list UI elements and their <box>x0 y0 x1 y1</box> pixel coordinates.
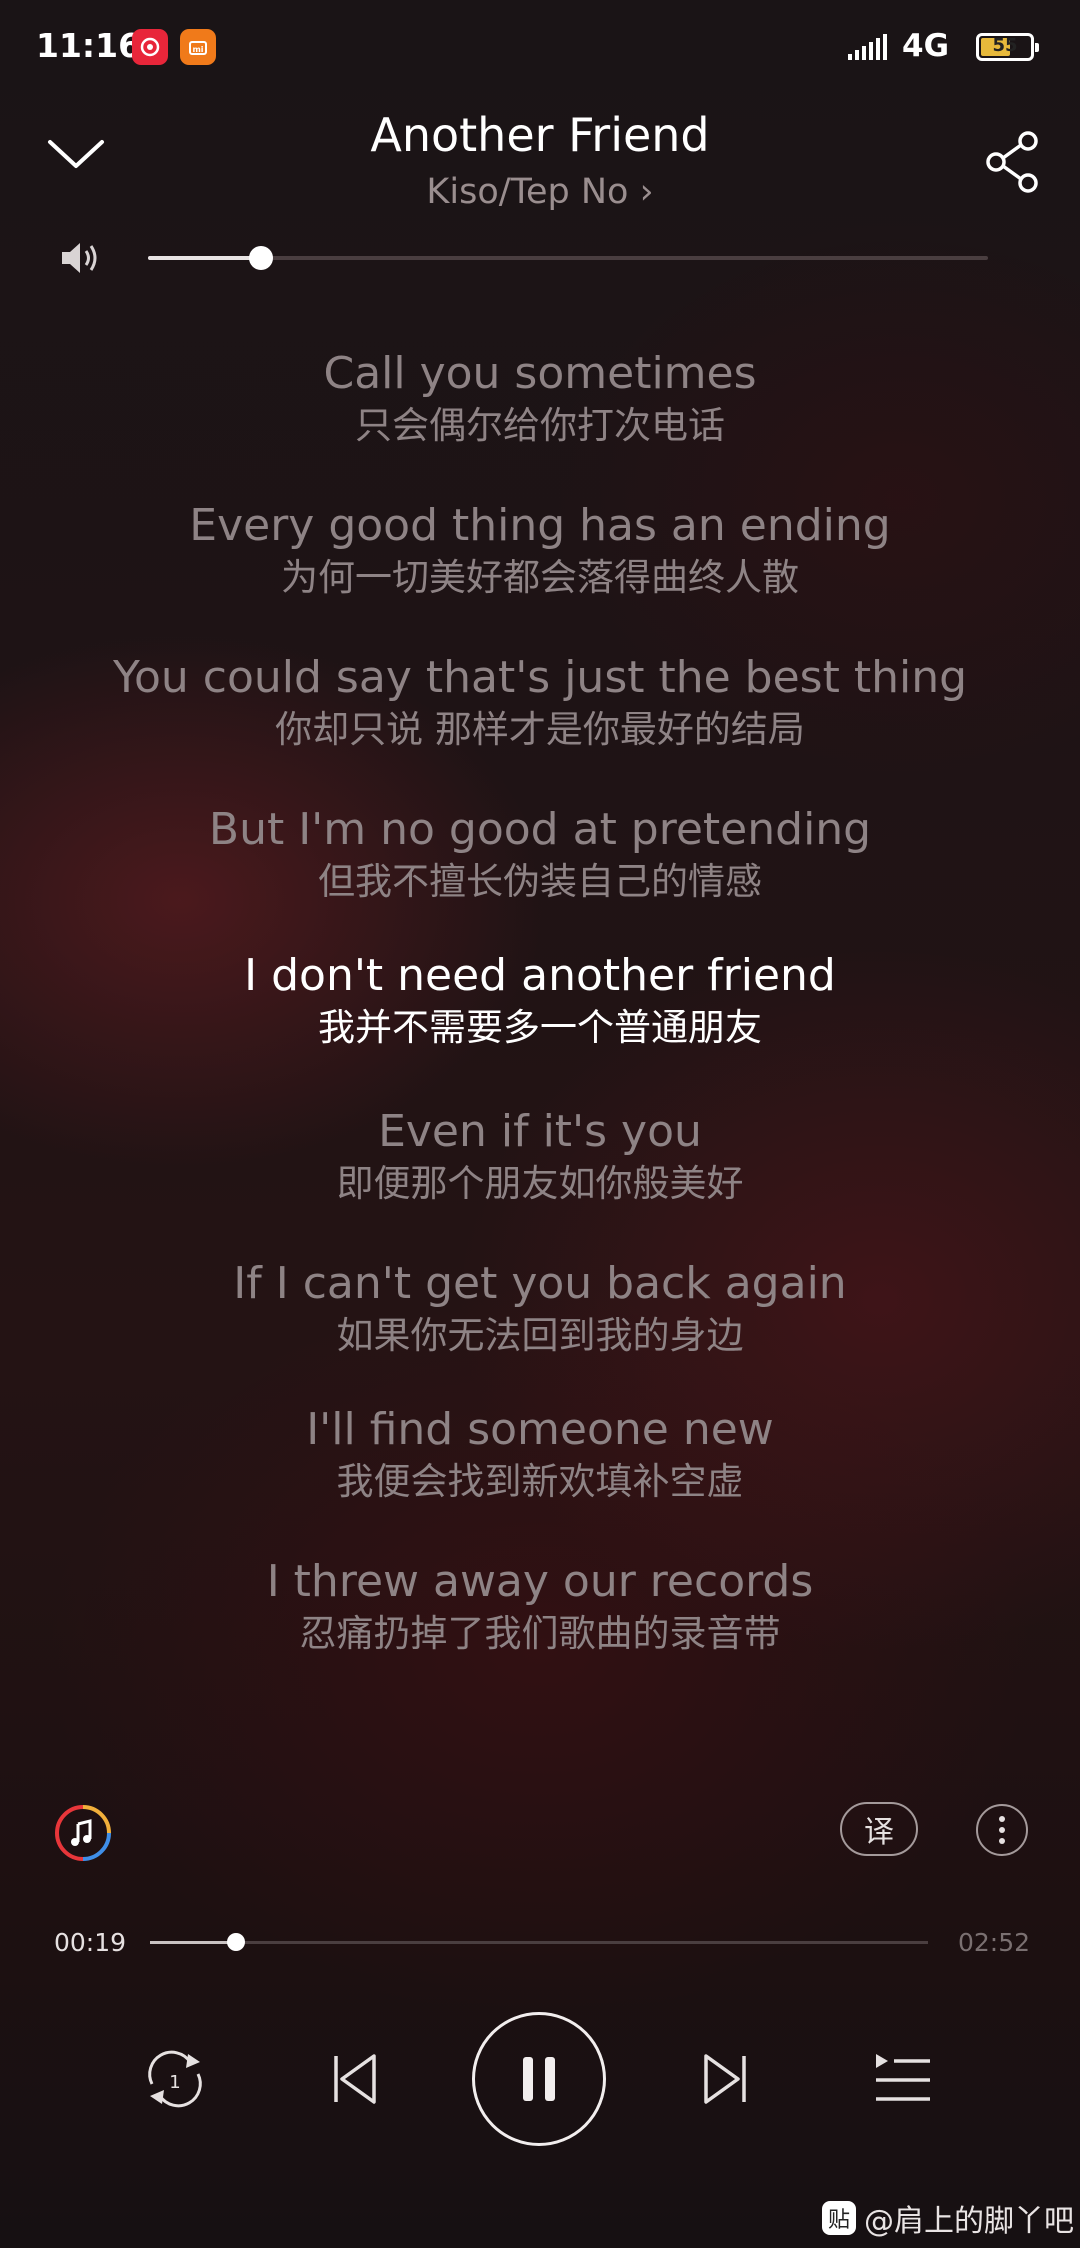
status-time: 11:16 <box>36 26 142 65</box>
mi-store-icon: mi <box>180 29 216 65</box>
lyric-translation: 只会偶尔给你打次电话 <box>355 404 725 447</box>
lyric-original: I don't need another friend <box>244 950 836 1001</box>
playlist-icon <box>876 2054 930 2101</box>
signal-icon <box>848 32 890 66</box>
lyric-line-current[interactable]: I don't need another friend 我并不需要多一个普通朋友 <box>0 948 1080 1052</box>
watermark: 贴 @肩上的脚丫吧 <box>822 2196 1074 2240</box>
lyric-line[interactable]: Every good thing has an ending 为何一切美好都会落… <box>0 498 1080 602</box>
translate-label: 译 <box>864 1815 894 1850</box>
lyric-line[interactable]: Even if it's you 即便那个朋友如你般美好 <box>0 1104 1080 1208</box>
svg-text:mi: mi <box>192 45 203 54</box>
song-title: Another Friend <box>370 108 710 162</box>
previous-button[interactable] <box>330 2052 380 2110</box>
volume-slider-fill <box>148 256 262 260</box>
lyric-translation: 我并不需要多一个普通朋友 <box>318 1006 762 1049</box>
lyric-original: Call you sometimes <box>323 348 757 399</box>
lyric-original: If I can't get you back again <box>233 1258 847 1309</box>
total-time: 02:52 <box>958 1928 1031 1957</box>
lyric-translation: 即便那个朋友如你般美好 <box>336 1162 744 1205</box>
lyric-line[interactable]: I threw away our records 忍痛扔掉了我们歌曲的录音带 <box>0 1554 1080 1658</box>
network-type: 4G <box>902 28 950 64</box>
lyric-translation: 为何一切美好都会落得曲终人散 <box>281 556 799 599</box>
lyric-translation: 我便会找到新欢填补空虚 <box>336 1460 744 1503</box>
lyric-original: I'll find someone new <box>306 1404 774 1455</box>
lyric-translation: 你却只说 那样才是你最好的结局 <box>275 708 805 751</box>
repeat-mode-button[interactable]: 1 <box>142 2048 208 2114</box>
artist-name: Kiso/Tep No <box>426 172 629 212</box>
lyric-line[interactable]: But I'm no good at pretending 但我不擅长伪装自己的… <box>0 802 1080 906</box>
lyric-line[interactable]: I'll find someone new 我便会找到新欢填补空虚 <box>0 1402 1080 1506</box>
lyric-line[interactable]: If I can't get you back again 如果你无法回到我的身… <box>0 1256 1080 1360</box>
share-icon <box>986 131 1038 193</box>
lyric-translation: 如果你无法回到我的身边 <box>336 1314 744 1357</box>
svg-text:1: 1 <box>169 2072 180 2093</box>
lyric-original: Every good thing has an ending <box>189 500 891 551</box>
skip-previous-icon <box>334 2054 376 2104</box>
volume-slider[interactable] <box>148 256 988 260</box>
repeat-one-icon: 1 <box>148 2050 202 2108</box>
lyric-original: I threw away our records <box>266 1556 814 1607</box>
progress-handle[interactable] <box>226 1933 245 1951</box>
skip-next-icon <box>704 2054 746 2104</box>
battery-icon: 55 <box>976 33 1039 61</box>
lyric-original: Even if it's you <box>378 1106 702 1157</box>
more-vertical-icon <box>999 1816 1005 1844</box>
battery-level: 55 <box>992 35 1018 56</box>
playlist-button[interactable] <box>874 2052 932 2110</box>
progress-bar-fill <box>150 1941 236 1944</box>
lyric-line[interactable]: You could say that's just the best thing… <box>0 650 1080 754</box>
lyric-original: But I'm no good at pretending <box>208 804 872 855</box>
status-bar: 11:16 mi 4G 55 <box>0 0 1080 90</box>
progress-bar[interactable] <box>150 1941 928 1944</box>
share-button[interactable] <box>984 130 1044 198</box>
pause-icon <box>523 2057 555 2101</box>
lyric-line[interactable]: Call you sometimes 只会偶尔给你打次电话 <box>0 346 1080 450</box>
watermark-text: @肩上的脚丫吧 <box>864 2204 1074 2239</box>
lyric-original: You could say that's just the best thing <box>112 652 968 703</box>
lyric-translation: 忍痛扔掉了我们歌曲的录音带 <box>299 1612 781 1655</box>
translate-button[interactable]: 译 <box>840 1802 918 1856</box>
chevron-right-icon: › <box>639 172 654 212</box>
lyrics-list[interactable]: Call you sometimes 只会偶尔给你打次电话 Every good… <box>0 346 1080 1658</box>
elapsed-time: 00:19 <box>54 1928 127 1957</box>
next-button[interactable] <box>700 2052 750 2110</box>
netease-music-icon <box>132 29 168 65</box>
pause-button[interactable] <box>472 2012 606 2146</box>
volume-slider-handle[interactable] <box>249 246 274 270</box>
sound-effect-button[interactable] <box>54 1804 112 1866</box>
more-options-button[interactable] <box>976 1804 1028 1856</box>
tieba-badge: 贴 <box>822 2201 856 2235</box>
speaker-icon <box>62 243 97 273</box>
music-note-ring-icon <box>55 1805 111 1861</box>
volume-button[interactable] <box>60 238 102 282</box>
lyric-translation: 但我不擅长伪装自己的情感 <box>318 860 762 903</box>
artist-link[interactable]: Kiso/Tep No › <box>0 172 1080 212</box>
